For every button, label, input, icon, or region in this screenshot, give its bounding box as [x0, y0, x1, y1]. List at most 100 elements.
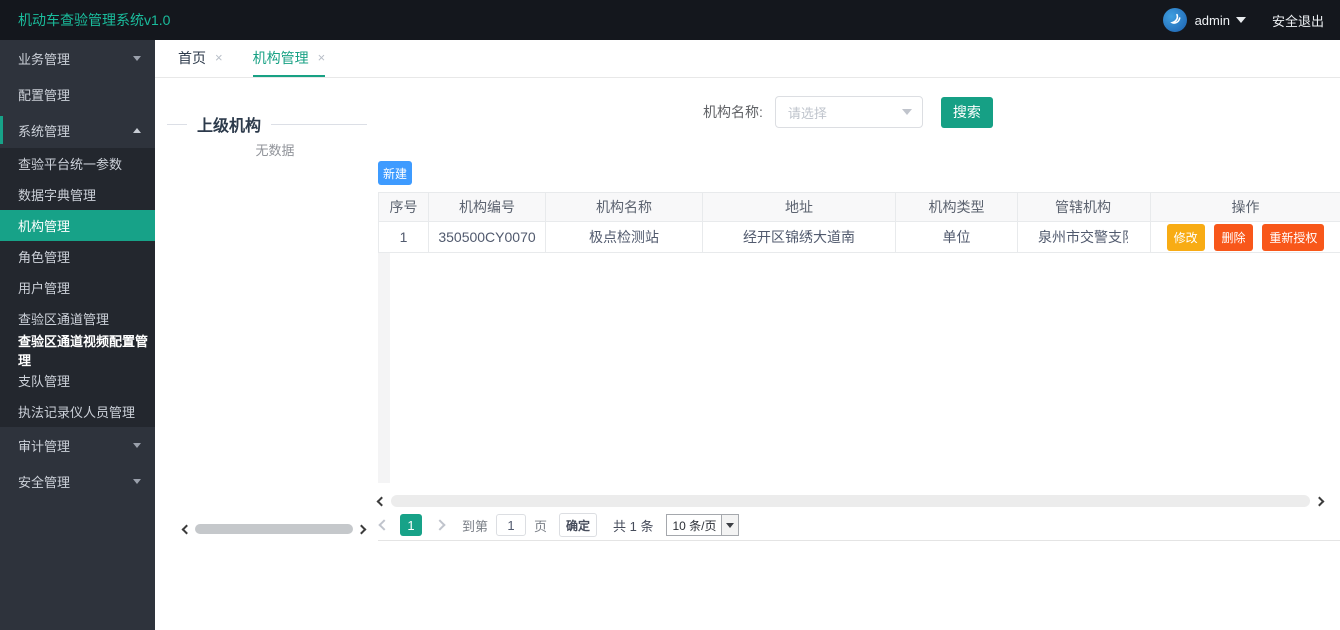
sidebar-item-label: 数据字典管理	[18, 185, 96, 204]
chevron-up-icon	[133, 128, 141, 133]
sidebar-item-platform-params[interactable]: 查验平台统一参数	[0, 148, 155, 179]
org-tree-panel: 无数据	[165, 140, 385, 159]
total-count-label: 共 1 条	[613, 516, 653, 535]
sidebar-item-role-mgmt[interactable]: 角色管理	[0, 241, 155, 272]
col-seq: 序号	[379, 193, 429, 222]
parent-org-divider: 上级机构	[167, 112, 367, 136]
close-icon[interactable]: ×	[215, 50, 223, 65]
goto-suffix-label: 页	[534, 516, 547, 535]
sidebar-item-data-dictionary[interactable]: 数据字典管理	[0, 179, 155, 210]
sidebar-item-business-mgmt[interactable]: 业务管理	[0, 40, 155, 76]
create-button[interactable]: 新建	[378, 161, 412, 185]
org-name-select[interactable]: 请选择	[775, 96, 923, 128]
chevron-down-icon	[133, 56, 141, 61]
prev-page-icon[interactable]	[378, 519, 389, 530]
tab-label: 首页	[178, 48, 206, 68]
app-window: 机动车查验管理系统v1.0 admin 安全退出 业务管理 配置管理 系统管理	[0, 0, 1340, 630]
col-org-code: 机构编号	[429, 193, 546, 222]
sidebar-item-label: 支队管理	[18, 371, 70, 390]
scrollbar-thumb[interactable]	[195, 524, 353, 534]
tab-home[interactable]: 首页 ×	[178, 40, 223, 77]
logo-swoosh-icon	[1167, 12, 1183, 28]
main-content: 首页 × 机构管理 × 机构名称: 请选择 搜索 上级机构 无数据	[155, 40, 1340, 630]
chevron-down-icon	[133, 479, 141, 484]
sidebar-item-org-mgmt[interactable]: 机构管理	[0, 210, 155, 241]
sidebar-item-label: 查验区通道视频配置管理	[18, 331, 155, 369]
cell-seq: 1	[379, 222, 429, 253]
pagination: 1 到第 页 确定 共 1 条 10 条/页	[378, 512, 739, 538]
cell-address: 经开区锦绣大道南	[703, 222, 896, 253]
tab-org-mgmt[interactable]: 机构管理 ×	[253, 40, 326, 77]
tab-label: 机构管理	[253, 48, 309, 68]
col-org-type: 机构类型	[896, 193, 1018, 222]
chevron-down-icon	[902, 109, 912, 115]
confirm-button[interactable]: 确定	[559, 513, 597, 537]
cell-org-code: 350500CY0070	[429, 222, 546, 253]
search-button[interactable]: 搜索	[941, 97, 993, 128]
col-actions: 操作	[1151, 193, 1340, 222]
sidebar-item-label: 审计管理	[18, 436, 70, 455]
search-row: 机构名称: 请选择 搜索	[703, 96, 993, 128]
chevron-down-icon	[721, 515, 738, 535]
next-page-icon[interactable]	[434, 519, 445, 530]
table-row: 1 350500CY0070 极点检测站 经开区锦绣大道南 单位 泉州市交警支队…	[379, 222, 1340, 253]
sidebar-item-label: 系统管理	[18, 121, 70, 140]
sidebar-item-channel-mgmt[interactable]: 查验区通道管理	[0, 303, 155, 334]
close-icon[interactable]: ×	[318, 50, 326, 65]
sidebar-item-label: 查验平台统一参数	[18, 154, 122, 173]
table-header-row: 序号 机构编号 机构名称 地址 机构类型 管辖机构 操作	[379, 193, 1340, 222]
sidebar-submenu-system: 查验平台统一参数 数据字典管理 机构管理 角色管理 用户管理 查验区通道管理 查…	[0, 148, 155, 427]
page-size-select[interactable]: 10 条/页	[666, 514, 739, 536]
parent-org-title: 上级机构	[197, 112, 261, 136]
reauthorize-button[interactable]: 重新授权	[1262, 224, 1324, 251]
sidebar-item-label: 执法记录仪人员管理	[18, 402, 135, 421]
tree-empty-text: 无数据	[165, 140, 385, 159]
org-table: 序号 机构编号 机构名称 地址 机构类型 管辖机构 操作 1 350500CY0…	[378, 192, 1340, 253]
sidebar-item-label: 配置管理	[18, 85, 70, 104]
sidebar-item-recorder-personnel[interactable]: 执法记录仪人员管理	[0, 396, 155, 427]
page-button-1[interactable]: 1	[400, 514, 422, 536]
username[interactable]: admin	[1195, 13, 1230, 28]
sidebar-item-label: 业务管理	[18, 49, 70, 68]
sidebar-item-channel-video-config[interactable]: 查验区通道视频配置管理	[0, 334, 155, 365]
app-title: 机动车查验管理系统v1.0	[18, 10, 170, 30]
sidebar-item-security-mgmt[interactable]: 安全管理	[0, 463, 155, 499]
table-horizontal-scrollbar[interactable]	[378, 494, 1323, 508]
sidebar-item-label: 查验区通道管理	[18, 309, 109, 328]
chevron-down-icon	[133, 443, 141, 448]
sidebar-item-detachment-mgmt[interactable]: 支队管理	[0, 365, 155, 396]
sidebar: 业务管理 配置管理 系统管理 查验平台统一参数 数据字典管理 机构管理 角色管理	[0, 40, 155, 630]
cell-authority: 泉州市交警支队	[1018, 222, 1151, 253]
org-name-label: 机构名称:	[703, 102, 763, 122]
sidebar-item-label: 用户管理	[18, 278, 70, 297]
cell-actions: 修改 删除 重新授权	[1151, 222, 1340, 253]
edit-button[interactable]: 修改	[1167, 224, 1205, 251]
logout-button[interactable]: 安全退出	[1272, 11, 1324, 30]
org-table-card: 新建 序号 机构编号 机构名称 地址 机构类型 管辖机构 操作	[378, 155, 1340, 541]
sidebar-item-label: 角色管理	[18, 247, 70, 266]
goto-page-input[interactable]	[496, 514, 526, 536]
sidebar-item-user-mgmt[interactable]: 用户管理	[0, 272, 155, 303]
topbar: 机动车查验管理系统v1.0 admin 安全退出	[0, 0, 1340, 40]
col-org-name: 机构名称	[546, 193, 703, 222]
cell-org-name: 极点检测站	[546, 222, 703, 253]
select-placeholder: 请选择	[788, 103, 827, 122]
sidebar-item-audit-mgmt[interactable]: 审计管理	[0, 427, 155, 463]
sidebar-item-config-mgmt[interactable]: 配置管理	[0, 76, 155, 112]
tree-horizontal-scrollbar[interactable]	[183, 522, 365, 536]
scroll-right-icon[interactable]	[357, 524, 367, 534]
goto-prefix-label: 到第	[462, 516, 488, 535]
scroll-right-icon[interactable]	[1315, 496, 1325, 506]
col-authority: 管辖机构	[1018, 193, 1151, 222]
chevron-down-icon[interactable]	[1236, 17, 1246, 23]
cell-org-type: 单位	[896, 222, 1018, 253]
scroll-left-icon[interactable]	[377, 496, 387, 506]
sidebar-item-system-mgmt[interactable]: 系统管理	[0, 112, 155, 148]
sidebar-item-label: 安全管理	[18, 472, 70, 491]
avatar[interactable]	[1163, 8, 1187, 32]
tabbar: 首页 × 机构管理 ×	[155, 40, 1340, 78]
col-address: 地址	[703, 193, 896, 222]
table-vertical-scrollbar[interactable]	[378, 253, 390, 483]
delete-button[interactable]: 删除	[1214, 224, 1252, 251]
scroll-left-icon[interactable]	[182, 524, 192, 534]
